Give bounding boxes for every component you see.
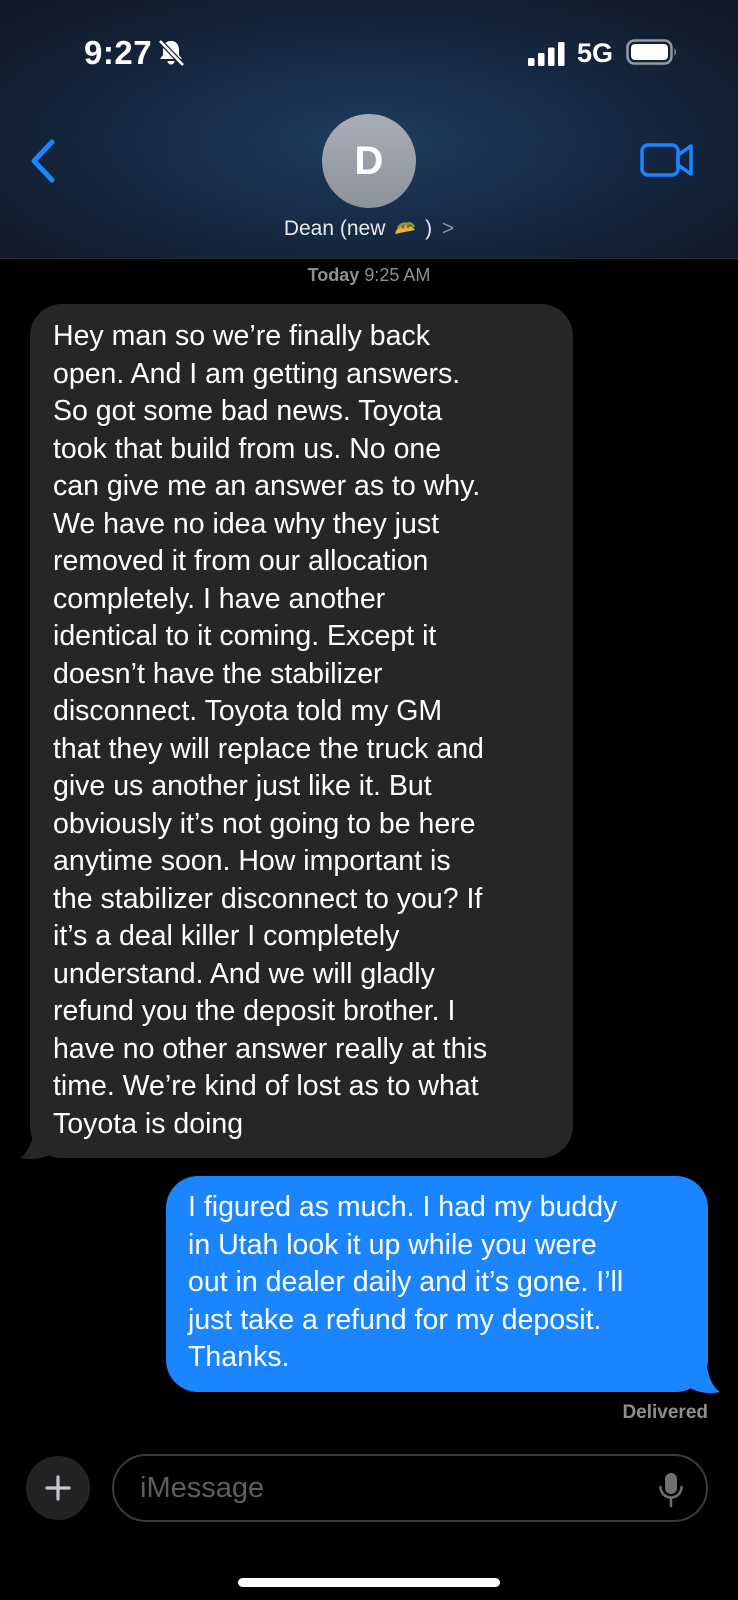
- timestamp-time: 9:25 AM: [364, 265, 431, 285]
- delivery-status: Delivered: [622, 1402, 708, 1423]
- message-input-placeholder: iMessage: [140, 1472, 265, 1504]
- message-input[interactable]: iMessage: [112, 1454, 708, 1522]
- video-camera-icon[interactable]: [640, 140, 694, 180]
- home-indicator[interactable]: [238, 1578, 500, 1587]
- message-line: Thanks.: [188, 1341, 290, 1373]
- contact-name-prefix: Dean (new: [283, 217, 386, 240]
- message-line: can give me an answer as to why.: [53, 470, 481, 502]
- contact-name-suffix: ): [425, 217, 433, 240]
- signal-icon: [528, 42, 565, 66]
- message-line: just take a refund for my deposit.: [188, 1303, 602, 1336]
- message-line: obviously it’s not going to be here: [53, 807, 476, 840]
- message-line: time. We’re kind of lost as to what: [53, 1070, 479, 1102]
- message-line: disconnect. Toyota told my GM: [53, 695, 443, 727]
- contact-name[interactable]: Dean (new ) >: [0, 217, 738, 241]
- plus-icon: [45, 1475, 71, 1501]
- outgoing-message-bubble[interactable]: I figured as much. I had my buddy in Uta…: [166, 1176, 708, 1392]
- message-line: removed it from our allocation: [53, 545, 429, 577]
- network-label: 5G: [577, 38, 614, 68]
- message-line: it’s a deal killer I completely: [53, 920, 400, 952]
- message-line: So got some bad news. Toyota: [53, 395, 443, 427]
- message-line: Toyota is doing: [53, 1107, 244, 1140]
- message-line: identical to it coming. Except it: [53, 620, 437, 652]
- timestamp-day: Today: [307, 265, 360, 285]
- message-line: doesn’t have the stabilizer: [53, 657, 383, 690]
- message-line: have no other answer really at this: [53, 1032, 488, 1065]
- status-time: 9:27: [84, 34, 153, 71]
- message-line: completely. I have another: [53, 582, 386, 615]
- message-line: We have no idea why they just: [53, 507, 440, 540]
- incoming-message-bubble[interactable]: Hey man so we’re finally back open. And …: [30, 304, 573, 1158]
- back-chevron-icon[interactable]: [28, 138, 58, 184]
- message-line: Hey man so we’re finally back: [53, 320, 430, 352]
- message-line: refund you the deposit brother. I: [53, 995, 456, 1027]
- message-line: open. And I am getting answers.: [53, 357, 461, 390]
- taco-emoji: [395, 222, 416, 234]
- message-line: in Utah look it up while you were: [188, 1228, 597, 1261]
- apps-plus-button[interactable]: [26, 1456, 90, 1520]
- message-line: took that build from us. No one: [53, 432, 442, 465]
- message-line: I figured as much. I had my buddy: [188, 1191, 618, 1223]
- battery-icon: [626, 39, 676, 65]
- message-line: the stabilizer disconnect to you? If: [53, 882, 483, 915]
- message-line: understand. And we will gladly: [53, 957, 435, 990]
- chevron-right-icon: >: [441, 217, 455, 240]
- message-line: give us another just like it. But: [53, 770, 432, 802]
- microphone-icon[interactable]: [658, 1472, 684, 1508]
- message-timestamp: Today 9:25 AM: [0, 265, 738, 286]
- message-line: that they will replace the truck and: [53, 732, 484, 765]
- avatar[interactable]: D: [322, 114, 416, 208]
- conversation-header: 9:27 5G D Dean (new ) >: [0, 0, 738, 259]
- message-line: out in dealer daily and it’s gone. I’ll: [188, 1266, 624, 1298]
- message-line: anytime soon. How important is: [53, 845, 451, 877]
- bell-slash-icon: [158, 39, 185, 67]
